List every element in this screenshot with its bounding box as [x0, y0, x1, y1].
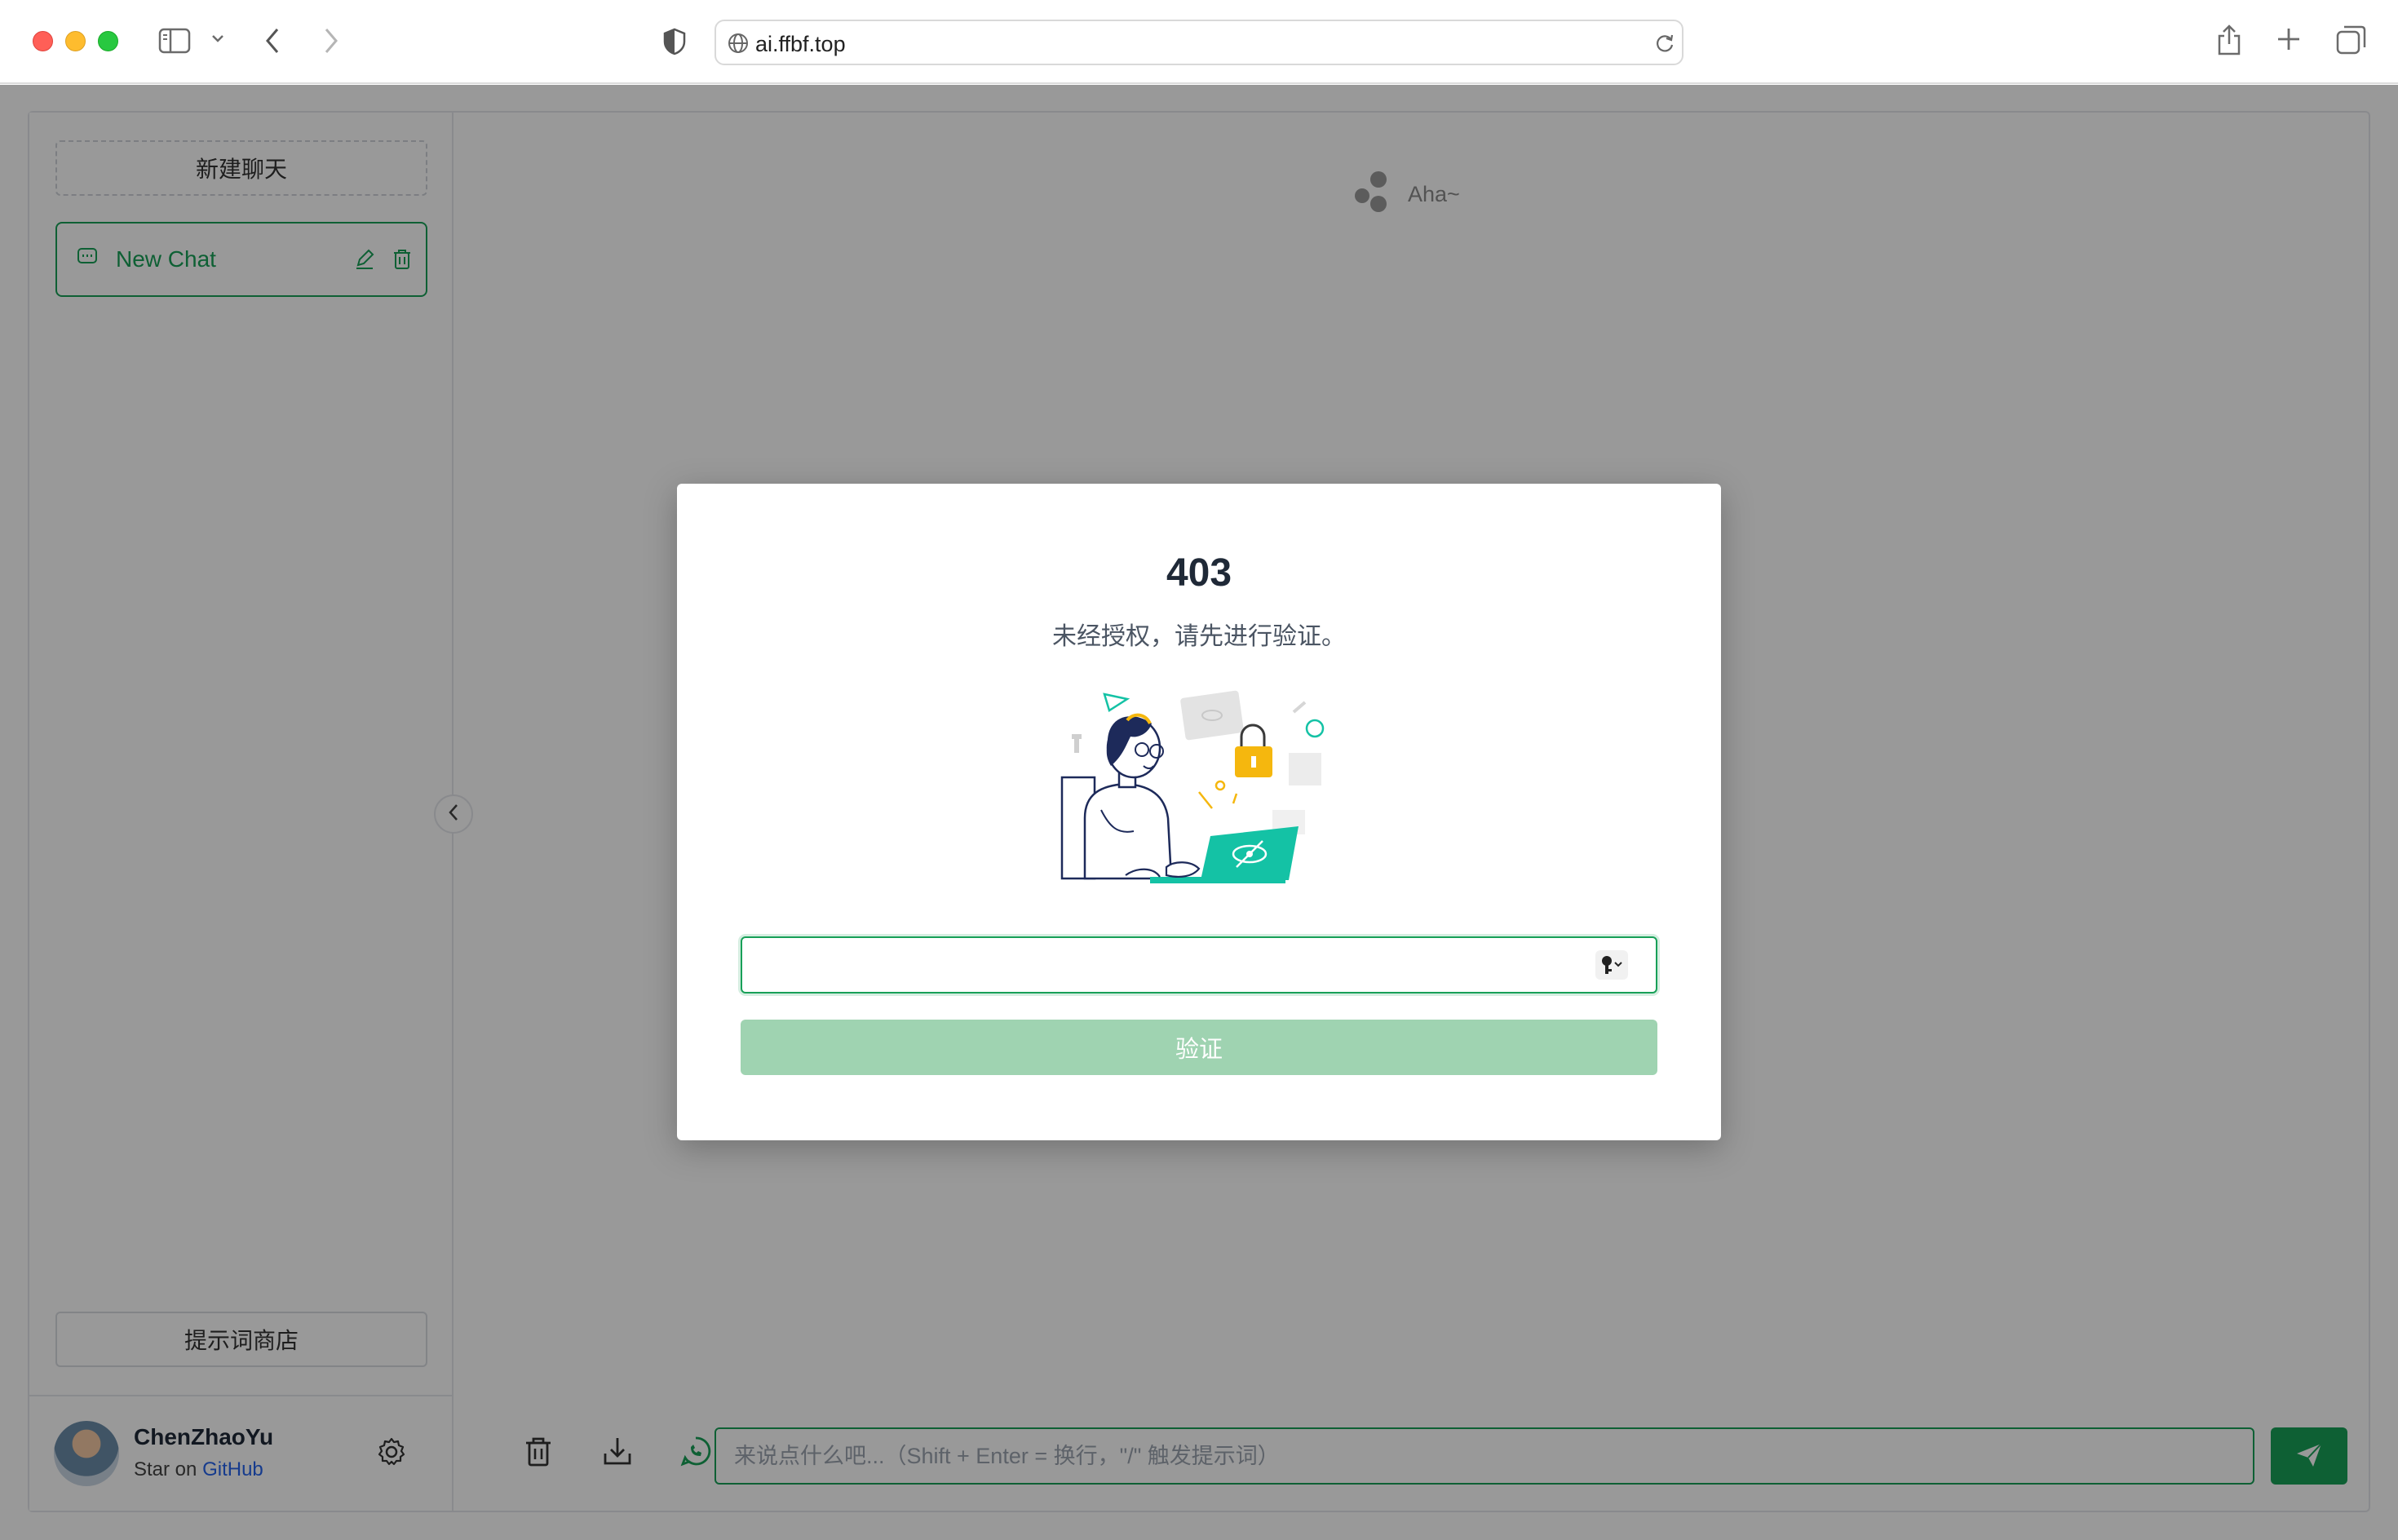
reload-icon[interactable] — [1654, 33, 1675, 54]
auth-modal: 403 未经授权，请先进行验证。 验证 — [677, 484, 1721, 1140]
key-icon[interactable] — [1595, 950, 1628, 980]
browser-toolbar: ai.ffbf.top — [0, 0, 2398, 84]
globe-icon — [728, 33, 749, 54]
error-message: 未经授权，请先进行验证。 — [1052, 623, 1346, 650]
tabs-overview-icon[interactable] — [2336, 24, 2367, 55]
new-tab-icon[interactable] — [2276, 26, 2302, 52]
shield-icon[interactable] — [662, 28, 687, 55]
locked-illustration — [1052, 688, 1346, 892]
share-icon[interactable] — [2215, 23, 2243, 57]
error-code: 403 — [1166, 551, 1232, 595]
close-window-button[interactable] — [33, 31, 53, 51]
zoom-window-button[interactable] — [98, 31, 118, 51]
minimize-window-button[interactable] — [65, 31, 86, 51]
address-bar[interactable]: ai.ffbf.top — [715, 20, 1683, 65]
sidebar-toggle-icon[interactable] — [158, 28, 191, 54]
verify-button[interactable]: 验证 — [741, 1020, 1657, 1075]
forward-icon[interactable] — [321, 26, 341, 55]
url-text: ai.ffbf.top — [755, 32, 846, 56]
secret-key-input[interactable] — [741, 936, 1657, 993]
back-icon[interactable] — [263, 26, 282, 55]
chevron-down-icon[interactable] — [210, 33, 225, 44]
